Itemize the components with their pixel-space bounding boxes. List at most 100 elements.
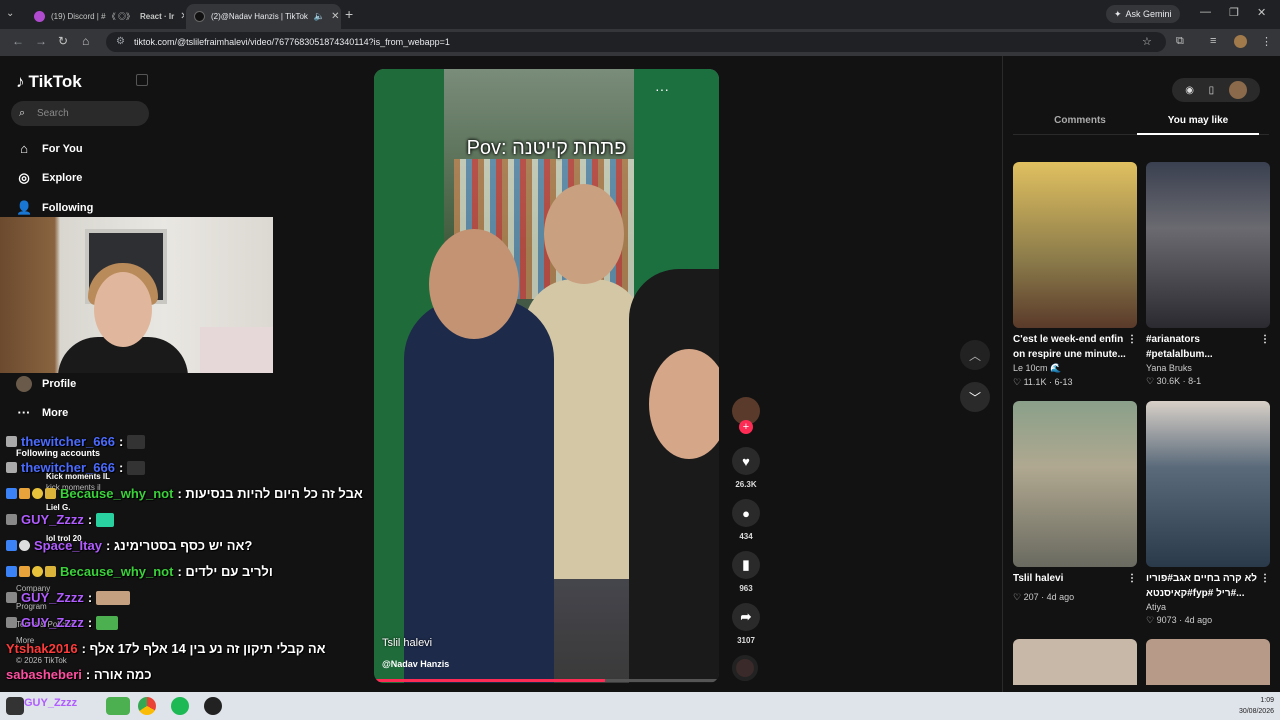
video-thumbnail[interactable] [1013, 639, 1137, 685]
chat-text: : אה קבלי תיקון זה נע בין 14 אלף ל17 אלף [81, 641, 326, 656]
card-menu-icon[interactable]: ⋮ [1260, 332, 1270, 347]
bookmark-star-icon[interactable]: ☆ [1142, 35, 1152, 48]
tab-tiktok[interactable]: (2)@Nadav Hanzis | TikTok 🔈 ✕ [186, 4, 341, 29]
suggested-video-card[interactable]: #arianators #petalalbum... ⋮ Yana Bruks ♡… [1146, 162, 1270, 387]
user-avatar[interactable] [1228, 81, 1247, 99]
chat-text: : [118, 460, 124, 475]
like-count: 26.3K [735, 480, 757, 489]
nav-more[interactable]: ··· More [16, 405, 69, 420]
device-icon[interactable]: ▯ [1209, 85, 1215, 96]
nav-following[interactable]: 👤 Following [16, 200, 93, 216]
tab-you-may-like[interactable]: You may like [1137, 115, 1259, 126]
site-info-icon[interactable]: ⚙ [116, 36, 125, 47]
chat-user: Because_why_not [60, 564, 174, 579]
new-tab-button[interactable]: + [345, 6, 353, 22]
tab-label: (2)@Nadav Hanzis | TikTok [211, 12, 308, 21]
coin-icon[interactable]: ◉ [1185, 85, 1194, 96]
nav-label: Following [42, 202, 94, 214]
suggested-video-card[interactable]: Tslil halevi ⋮ ♡ 207 · 4d ago [1013, 401, 1137, 603]
search-icon: ⌕ [19, 107, 26, 119]
tab-comments[interactable]: Comments [1019, 115, 1141, 126]
copyright-text: © 2026 TikTok [16, 656, 67, 665]
previous-video-button[interactable]: ︿ [960, 340, 990, 370]
minimize-icon[interactable]: — [1200, 6, 1211, 18]
chat-text: : אבל זה כל היום להיות בנסיעות [177, 486, 363, 501]
search-input[interactable]: ⌕ Search [11, 101, 149, 126]
compass-icon: ◎ [18, 170, 30, 185]
url-text: tiktok.com/@tslilefraimhalevi/video/7677… [134, 37, 450, 47]
card-author[interactable]: Atiya [1146, 602, 1270, 612]
close-icon[interactable]: ✕ [180, 11, 184, 22]
chat-message: Space_Itay: אה יש כסף בסטרימינג? [6, 538, 252, 553]
reading-list-icon[interactable]: ≡ [1210, 35, 1216, 47]
extensions-icon[interactable]: ⧉ [1176, 35, 1184, 48]
suggested-video-card[interactable]: C'est le week-end enfin on respire une m… [1013, 162, 1137, 388]
collapse-sidebar-icon[interactable] [136, 74, 148, 86]
card-menu-icon[interactable]: ⋮ [1127, 571, 1137, 586]
card-menu-icon[interactable]: ⋮ [1260, 571, 1270, 586]
card-menu-icon[interactable]: ⋮ [1127, 332, 1137, 347]
video-thumbnail[interactable] [1146, 401, 1270, 567]
heart-outline-icon: ♡ [1146, 376, 1155, 386]
browser-menu-icon[interactable]: ⋮ [1261, 35, 1272, 48]
forward-icon[interactable]: → [35, 34, 47, 48]
suggested-video-card[interactable]: לא קרה בחיים אגב#פוריו קאיסנטא#fyp# ריל#… [1146, 401, 1270, 626]
video-thumbnail[interactable] [1146, 639, 1270, 685]
tiktok-logo[interactable]: ♪ TikTok [16, 72, 82, 92]
chat-message: Ytshak2016: אה קבלי תיקון זה נע בין 14 א… [6, 641, 326, 656]
window-close-icon[interactable]: ✕ [1257, 6, 1266, 19]
chrome-icon[interactable] [138, 697, 156, 715]
browser-profile-avatar[interactable] [1234, 35, 1247, 48]
badge-icon [6, 617, 17, 628]
video-handle[interactable]: @Nadav Hanzis [382, 659, 449, 669]
clock-time: 1:09 [1260, 697, 1274, 704]
video-author-name[interactable]: Tslil halevi [382, 637, 432, 649]
tab-search-icon[interactable]: ⌄ [6, 8, 14, 19]
next-video-button[interactable]: ﹀ [960, 382, 990, 412]
speaker-icon[interactable]: 🔈 [314, 11, 325, 22]
taskbar-app-icon[interactable] [106, 697, 130, 715]
account-item[interactable]: Liel G. [46, 503, 70, 512]
emote-icon [127, 460, 146, 475]
restore-icon[interactable]: ❐ [1229, 6, 1239, 19]
save-button[interactable]: ▮ 963 [731, 551, 761, 593]
video-more-icon[interactable]: ··· [655, 81, 669, 97]
card-author[interactable]: Yana Bruks [1146, 363, 1270, 373]
nav-profile[interactable]: Profile [16, 376, 76, 392]
video-player[interactable]: Pov: פתחת קייטנה ··· Tslil halevi @Nadav… [374, 69, 719, 683]
share-button[interactable]: ➦ 3107 [731, 603, 761, 645]
start-icon[interactable] [6, 697, 24, 715]
card-author[interactable]: Le 10cm 🌊 [1013, 363, 1137, 374]
obs-icon[interactable] [204, 697, 222, 715]
video-thumbnail[interactable] [1013, 162, 1137, 328]
search-placeholder: Search [37, 108, 69, 119]
nav-for-you[interactable]: ⌂ For You [16, 141, 82, 156]
card-title: לא קרה בחיים אגב#פוריו קאיסנטא#fyp# ריל#… [1146, 571, 1270, 601]
taskbar-app-label[interactable]: GUY_Zzzz [24, 697, 90, 715]
close-icon[interactable]: ✕ [331, 11, 339, 22]
home-browser-icon[interactable]: ⌂ [82, 34, 89, 48]
comment-button[interactable]: ● 434 [731, 499, 761, 541]
nav-explore[interactable]: ◎ Explore [16, 170, 82, 186]
video-progress-bar[interactable] [374, 679, 719, 682]
chat-message: sabasheberi: כמה אורה [6, 667, 152, 682]
spotify-icon[interactable] [171, 697, 189, 715]
reload-icon[interactable]: ↻ [58, 34, 68, 48]
url-field[interactable]: ⚙ tiktok.com/@tslilefraimhalevi/video/76… [106, 32, 1166, 52]
music-disc-icon[interactable] [732, 655, 758, 681]
video-thumbnail[interactable] [1146, 162, 1270, 328]
tab-discord[interactable]: (19) Discord | # 《 ◎》 React · Ir ✕ [26, 4, 184, 29]
share-count: 3107 [737, 636, 755, 645]
like-button[interactable]: ♥ 26.3K [731, 447, 761, 489]
system-clock: 1:09 30/08/2026 [1222, 695, 1274, 717]
video-thumbnail[interactable] [1013, 401, 1137, 567]
ask-gemini-button[interactable]: ✦ Ask Gemini [1106, 5, 1180, 23]
heart-outline-icon: ♡ [1146, 615, 1155, 625]
ask-gemini-label: Ask Gemini [1125, 9, 1172, 19]
card-date: 6-13 [1054, 377, 1073, 387]
chat-message: thewitcher_666: [6, 460, 146, 475]
follow-plus-icon[interactable]: + [739, 420, 753, 434]
tab-label-extra: React · Ir [139, 12, 175, 21]
chat-message: Because_why_not: ולריב עם ילדים [6, 564, 273, 579]
back-icon[interactable]: ← [12, 34, 24, 48]
